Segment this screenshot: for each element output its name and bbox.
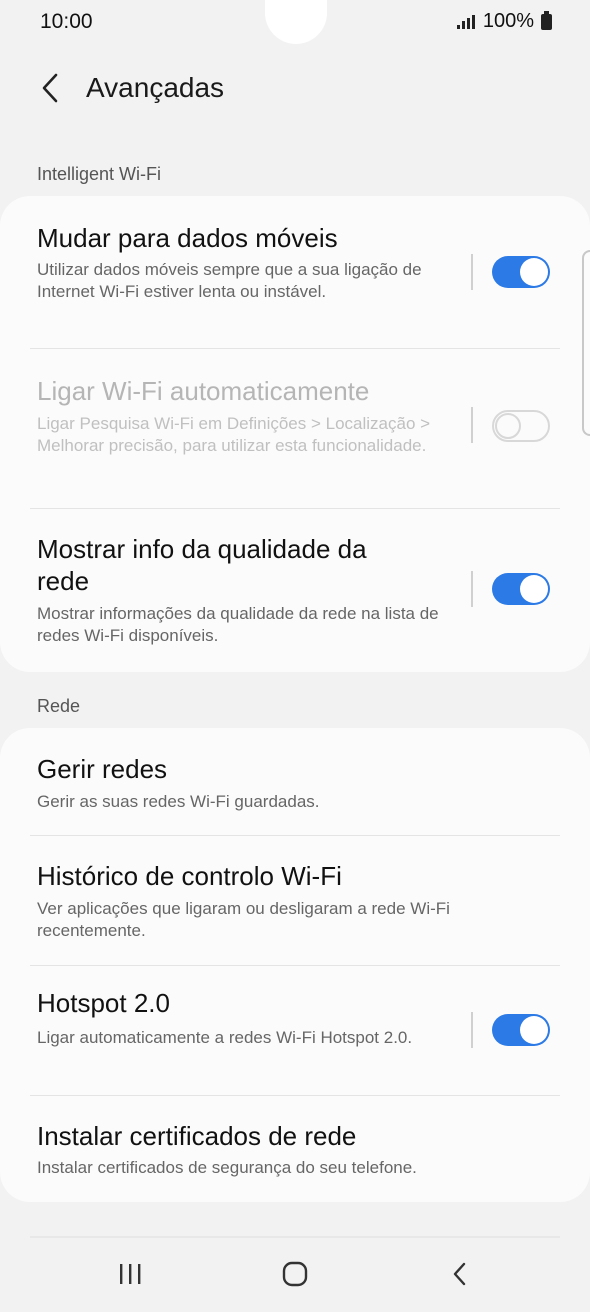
- navigation-bar: [0, 1236, 590, 1312]
- divider: [471, 407, 473, 443]
- row-title: Mudar para dados móveis: [37, 223, 338, 253]
- toggle-knob: [520, 1016, 548, 1044]
- row-description: Instalar certificados de segurança do se…: [37, 1158, 417, 1177]
- status-indicators: 100%: [456, 10, 552, 33]
- divider: [30, 1236, 560, 1238]
- row-title: Gerir redes: [37, 754, 168, 784]
- row-description: Ligar automaticamente a redes Wi-Fi Hots…: [37, 1028, 413, 1047]
- row-title: Hotspot 2.0: [37, 988, 170, 1018]
- section-label-intelligent-wifi: Intelligent Wi-Fi: [37, 164, 162, 184]
- toggle-knob: [495, 413, 521, 439]
- chevron-left-icon: [42, 73, 58, 103]
- row-title: Histórico de controlo Wi-Fi: [37, 861, 342, 891]
- recents-button[interactable]: [100, 1252, 160, 1296]
- row-title: Ligar Wi-Fi automaticamente: [37, 376, 370, 406]
- home-icon: [282, 1261, 308, 1287]
- row-install-certificates[interactable]: Instalar certificados de rede Instalar c…: [0, 1096, 590, 1202]
- nav-back-button[interactable]: [430, 1252, 490, 1296]
- row-description: Mostrar informações da qualidade da rede…: [37, 604, 439, 645]
- home-button[interactable]: [265, 1252, 325, 1296]
- camera-notch: [265, 0, 327, 44]
- row-description: Gerir as suas redes Wi-Fi guardadas.: [37, 792, 320, 811]
- row-hotspot-2[interactable]: Hotspot 2.0 Ligar automaticamente a rede…: [0, 966, 590, 1095]
- signal-icon: [456, 14, 475, 29]
- page-title: Avançadas: [86, 72, 225, 103]
- back-button[interactable]: [30, 68, 70, 108]
- toggle-hotspot-2[interactable]: [492, 1014, 550, 1046]
- row-switch-to-mobile-data[interactable]: Mudar para dados móveis Utilizar dados m…: [0, 196, 590, 348]
- toggle-network-quality[interactable]: [492, 573, 550, 605]
- row-title: Instalar certificados de rede: [37, 1121, 357, 1151]
- row-manage-networks[interactable]: Gerir redes Gerir as suas redes Wi-Fi gu…: [0, 728, 590, 835]
- row-description: Utilizar dados móveis sempre que a sua l…: [37, 260, 422, 301]
- row-auto-wifi[interactable]: Ligar Wi-Fi automaticamente Ligar Pesqui…: [0, 349, 590, 508]
- battery-icon: [541, 10, 552, 30]
- row-network-quality[interactable]: Mostrar info da qualidade da rede Mostra…: [0, 509, 590, 672]
- network-card: Gerir redes Gerir as suas redes Wi-Fi gu…: [0, 728, 590, 1202]
- nav-back-icon: [453, 1262, 466, 1286]
- status-time: 10:00: [40, 10, 93, 33]
- row-description: Ligar Pesquisa Wi-Fi em Definições > Loc…: [37, 414, 431, 455]
- battery-percent: 100%: [482, 10, 534, 32]
- toggle-mobile-data[interactable]: [492, 256, 550, 288]
- divider: [471, 571, 473, 607]
- scrollbar[interactable]: [582, 250, 590, 436]
- toggle-knob: [520, 258, 548, 286]
- divider: [471, 254, 473, 290]
- intelligent-wifi-card: Mudar para dados móveis Utilizar dados m…: [0, 196, 590, 672]
- recents-icon: [120, 1264, 141, 1284]
- row-description: Ver aplicações que ligaram ou desligaram…: [37, 899, 450, 940]
- toggle-knob: [520, 575, 548, 603]
- status-bar: 10:00 100%: [0, 0, 590, 48]
- section-label-network: Rede: [37, 696, 81, 716]
- app-bar: Avançadas: [0, 60, 590, 116]
- toggle-auto-wifi[interactable]: [492, 410, 550, 442]
- row-title: Mostrar info da qualidade da rede: [37, 534, 367, 596]
- divider: [471, 1012, 473, 1048]
- row-wifi-control-history[interactable]: Histórico de controlo Wi-Fi Ver aplicaçõ…: [0, 836, 590, 965]
